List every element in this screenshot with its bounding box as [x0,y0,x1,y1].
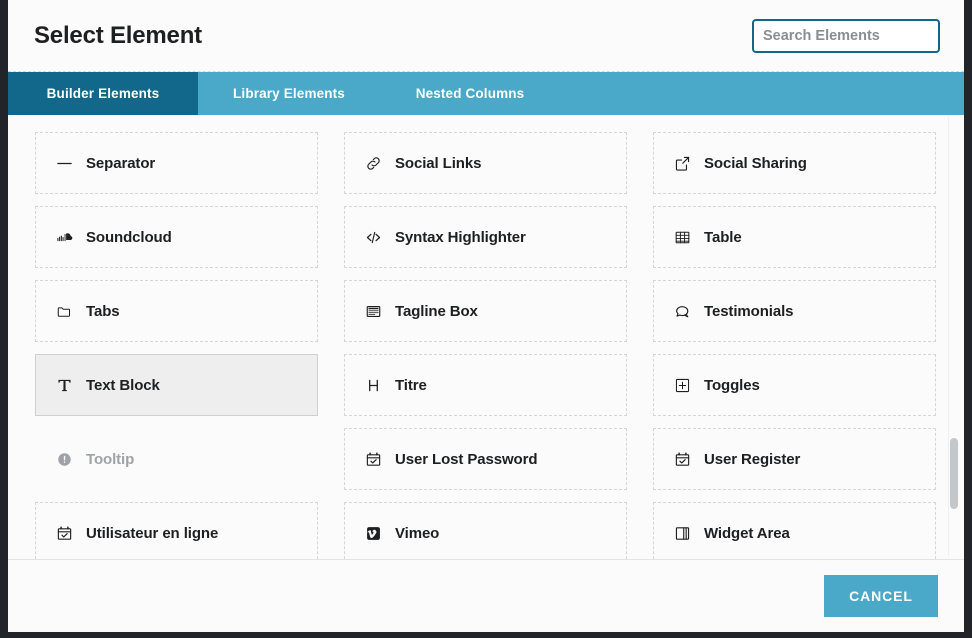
elements-grid: Separator Social Links Social Sharing Sound… [8,115,964,559]
tagline-box-icon [362,303,384,320]
element-card-label: Utilisateur en ligne [86,524,219,542]
folder-tabs-icon [53,303,75,320]
element-card-user-register[interactable]: User Register [653,428,936,490]
element-card-soundcloud[interactable]: Soundcloud [35,206,318,268]
element-card-tabs[interactable]: Tabs [35,280,318,342]
element-card-utilisateur-en-ligne[interactable]: Utilisateur en ligne [35,502,318,559]
soundcloud-icon [53,229,75,246]
modal-header: Select Element [8,0,964,72]
code-brackets-icon [362,229,384,246]
elements-panel: Separator Social Links Social Sharing Sound… [8,115,964,559]
modal-footer: CANCEL [8,559,964,632]
tab-label: Builder Elements [46,86,160,101]
element-card-label: Soundcloud [86,228,172,246]
tab-builder-elements[interactable]: Builder Elements [8,72,198,125]
element-card-label: User Lost Password [395,450,538,468]
screen: Select Element Builder Elements Library E… [0,0,972,638]
text-t-icon [53,377,75,394]
element-card-label: Tabs [86,302,120,320]
element-card-titre[interactable]: Titre [344,354,627,416]
plus-box-icon [671,377,693,394]
element-card-text-block[interactable]: Text Block [35,354,318,416]
tab-bar: Builder Elements Library Elements Nested C… [8,72,964,125]
window-bottom-edge [0,632,972,638]
table-grid-icon [671,229,693,246]
speech-bubble-icon [671,303,693,320]
element-card-label: Social Links [395,154,482,172]
element-card-label: Tagline Box [395,302,478,320]
minus-icon [53,155,75,172]
element-card-label: Text Block [86,376,160,394]
tab-library-elements[interactable]: Library Elements [198,72,380,115]
element-card-label: Testimonials [704,302,794,320]
scrollbar-thumb[interactable] [950,438,958,509]
element-card-label: Tooltip [86,450,135,468]
element-card-label: Vimeo [395,524,440,542]
element-card-label: User Register [704,450,801,468]
tab-label: Library Elements [233,86,345,101]
heading-h-icon [362,377,384,394]
external-link-icon [671,155,693,172]
element-card-vimeo[interactable]: Vimeo [344,502,627,559]
page-title: Select Element [34,21,202,49]
calendar-check-icon [53,525,75,542]
cancel-button[interactable]: CANCEL [824,575,938,617]
link-chain-icon [362,155,384,172]
window-right-edge [964,0,972,638]
element-card-social-sharing[interactable]: Social Sharing [653,132,936,194]
element-card-tooltip: Tooltip [35,428,318,490]
element-card-toggles[interactable]: Toggles [653,354,936,416]
element-card-label: Table [704,228,742,246]
info-circle-icon [53,451,75,468]
tab-nested-columns[interactable]: Nested Columns [380,72,560,115]
vimeo-icon [362,525,384,542]
calendar-check-icon [671,451,693,468]
element-card-label: Widget Area [704,524,790,542]
element-card-syntax-highlighter[interactable]: Syntax Highlighter [344,206,627,268]
element-card-label: Titre [395,376,427,394]
element-card-user-lost-password[interactable]: User Lost Password [344,428,627,490]
element-card-widget-area[interactable]: Widget Area [653,502,936,559]
scrollbar-track[interactable] [948,117,958,557]
select-element-modal: Select Element Builder Elements Library E… [8,0,964,632]
search-input[interactable] [752,18,940,53]
widget-area-icon [671,525,693,542]
element-card-label: Separator [86,154,156,172]
element-card-testimonials[interactable]: Testimonials [653,280,936,342]
calendar-check-icon [362,451,384,468]
element-card-separator[interactable]: Separator [35,132,318,194]
element-card-label: Syntax Highlighter [395,228,526,246]
search-container [752,18,940,53]
element-card-table[interactable]: Table [653,206,936,268]
element-card-tagline-box[interactable]: Tagline Box [344,280,627,342]
tab-label: Nested Columns [415,86,525,101]
element-card-label: Social Sharing [704,154,807,172]
element-card-label: Toggles [704,376,760,394]
element-card-social-links[interactable]: Social Links [344,132,627,194]
